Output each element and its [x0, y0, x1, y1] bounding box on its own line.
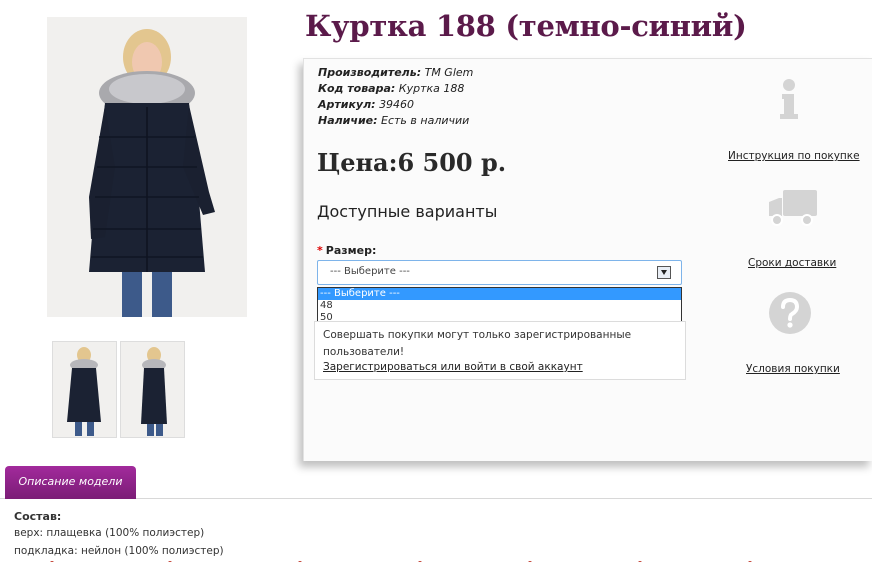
size-option[interactable]: 48 — [318, 300, 681, 312]
availability-value: Есть в наличии — [381, 114, 470, 127]
decorative-garland — [0, 553, 872, 562]
required-marker: * — [317, 244, 323, 257]
coat-side-photo-icon — [121, 342, 184, 437]
product-code-line: Код товара: Куртка 188 — [318, 82, 464, 95]
article-label: Артикул: — [318, 98, 376, 111]
size-label-text: Размер: — [325, 244, 377, 257]
tab-description-label: Описание модели — [18, 475, 123, 488]
availability-line: Наличие: Есть в наличии — [318, 114, 469, 127]
question-icon[interactable] — [767, 290, 813, 336]
coat-photo-icon — [47, 17, 247, 317]
login-link[interactable]: Зарегистрироваться или войти в свой акка… — [323, 361, 583, 373]
tab-description[interactable]: Описание модели — [5, 466, 136, 499]
size-select-value: --- Выберите --- — [330, 266, 410, 277]
coat-front-photo-icon — [53, 342, 116, 437]
product-price: Цена:6 500 р. — [317, 148, 507, 177]
size-dropdown-list[interactable]: --- Выберите --- 48 50 — [317, 287, 682, 325]
product-thumbnail[interactable] — [52, 341, 117, 438]
product-main-image[interactable] — [47, 17, 247, 317]
terms-link[interactable]: Условия покупки — [746, 363, 840, 375]
article-line: Артикул: 39460 — [318, 98, 414, 111]
delivery-link[interactable]: Сроки доставки — [748, 257, 836, 269]
size-option[interactable]: --- Выберите --- — [318, 288, 681, 300]
availability-label: Наличие: — [318, 114, 378, 127]
manufacturer-line: Производитель: ТМ Glem — [318, 66, 473, 79]
article-value: 39460 — [379, 98, 415, 111]
manufacturer-value: ТМ Glem — [424, 66, 474, 79]
page-title: Куртка 188 (темно-синий) — [305, 9, 747, 43]
product-code-label: Код товара: — [318, 82, 396, 95]
product-thumbnail[interactable] — [120, 341, 185, 438]
chevron-down-icon[interactable] — [657, 266, 671, 279]
login-notice-text: Совершать покупки могут только зарегистр… — [323, 329, 632, 358]
variants-title: Доступные варианты — [317, 202, 498, 221]
manufacturer-label: Производитель: — [318, 66, 422, 79]
composition-line: верх: плащевка (100% полиэстер) — [14, 527, 205, 539]
composition-heading: Состав: — [14, 510, 62, 523]
truck-icon[interactable] — [767, 188, 819, 228]
product-code-value: Куртка 188 — [398, 82, 465, 95]
info-icon[interactable] — [776, 78, 802, 120]
login-notice: Совершать покупки могут только зарегистр… — [314, 321, 686, 380]
size-label: * Размер: — [317, 244, 376, 257]
size-select[interactable]: --- Выберите --- — [317, 260, 682, 285]
instruction-link[interactable]: Инструкция по покупке — [728, 150, 860, 162]
